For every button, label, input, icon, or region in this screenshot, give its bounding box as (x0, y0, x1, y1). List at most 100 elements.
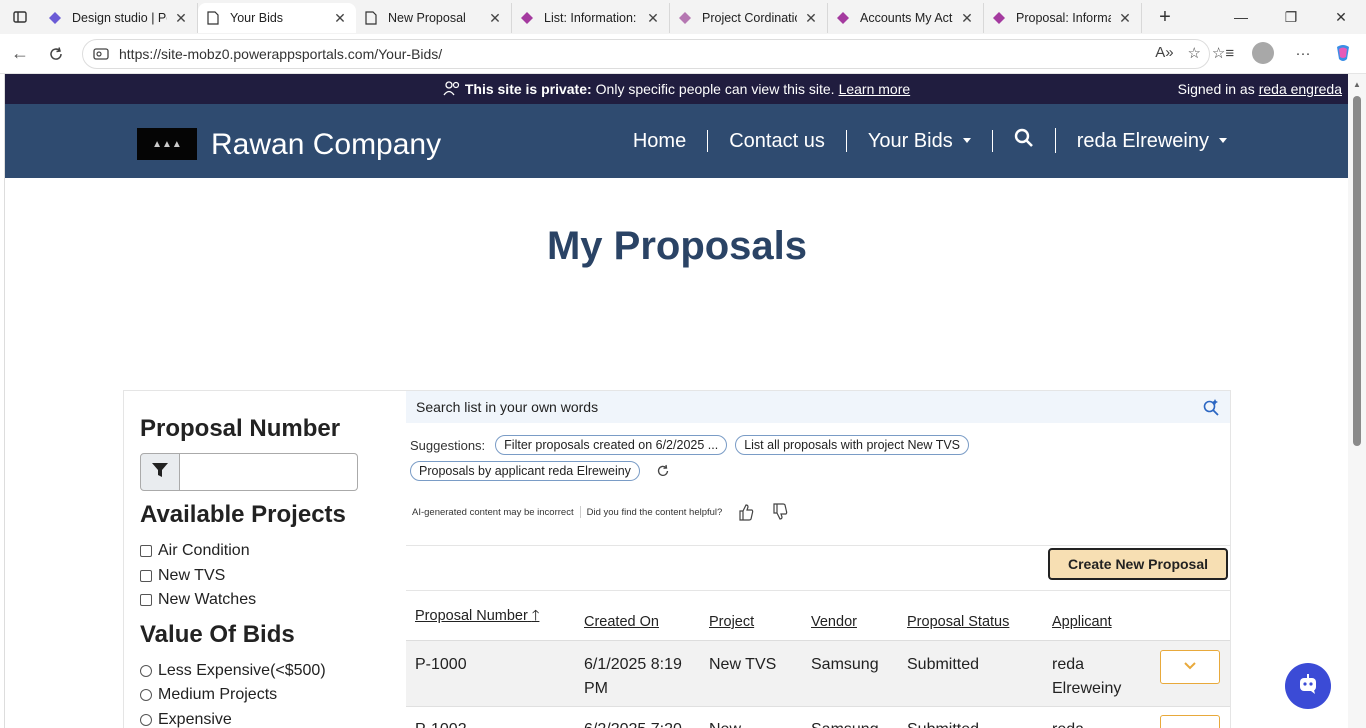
back-icon[interactable]: ← (2, 36, 38, 72)
nav-your-bids-label: Your Bids (867, 129, 953, 152)
company-logo[interactable]: ▲▲▲ (137, 128, 197, 160)
brand-name[interactable]: Rawan Company (211, 128, 441, 162)
scrollbar-thumb[interactable] (1353, 96, 1361, 446)
page-scrollbar[interactable]: ▲ (1348, 74, 1366, 728)
column-header-project[interactable]: Project (709, 614, 754, 630)
browser-tab-accounts[interactable]: Accounts My Activ ✕ (828, 3, 984, 33)
ai-search-icon[interactable] (1202, 398, 1220, 419)
privacy-bold: This site is private: (464, 81, 592, 97)
nav-user-menu[interactable]: reda Elreweiny (1056, 130, 1248, 152)
close-icon[interactable]: ✕ (487, 10, 503, 27)
close-icon[interactable]: ✕ (173, 10, 189, 27)
radio[interactable] (140, 713, 152, 726)
favorites-icon[interactable]: ☆≡ (1210, 38, 1236, 68)
table-row[interactable]: P-1000 6/1/2025 8:19 PM New TVS Samsung S… (406, 641, 1230, 707)
search-icon (1014, 128, 1034, 153)
minimize-icon[interactable]: — (1216, 0, 1266, 34)
nav-contact[interactable]: Contact us (708, 129, 847, 152)
close-icon[interactable]: ✕ (959, 10, 975, 27)
scroll-up-icon[interactable]: ▲ (1353, 80, 1361, 89)
sort-ascending-icon: 🡑 (531, 608, 540, 624)
nav-search[interactable] (993, 128, 1056, 153)
project-checkbox-new-watches[interactable]: New Watches (140, 588, 380, 613)
powerapps-icon (48, 11, 62, 25)
suggestion-chip[interactable]: Proposals by applicant reda Elreweiny (410, 461, 640, 481)
learn-more-link[interactable]: Learn more (839, 81, 911, 97)
url-field[interactable]: https://site-mobz0.powerappsportals.com/… (82, 39, 1210, 69)
browser-tab-design-studio[interactable]: Design studio | Po ✕ (40, 3, 198, 33)
browser-tab-list-information[interactable]: List: Information: I ✕ (512, 3, 670, 33)
column-header-vendor[interactable]: Vendor (811, 614, 857, 630)
copilot-icon[interactable] (1330, 38, 1356, 68)
browser-tab-new-proposal[interactable]: New Proposal ✕ (356, 3, 512, 33)
nav-your-bids[interactable]: Your Bids (847, 129, 993, 152)
tab-actions-icon[interactable] (0, 0, 40, 34)
refresh-suggestions-icon[interactable] (656, 464, 670, 478)
column-header-applicant[interactable]: Applicant (1052, 614, 1112, 630)
page-title: My Proposals (546, 224, 808, 268)
profile-avatar[interactable] (1250, 38, 1276, 68)
radio[interactable] (140, 664, 152, 677)
site-info-icon[interactable] (93, 47, 109, 61)
suggestion-chip[interactable]: Filter proposals created on 6/2/2025 ... (495, 435, 728, 455)
chatbot-button[interactable] (1285, 663, 1331, 709)
refresh-icon[interactable] (38, 36, 74, 72)
thumbs-up-icon[interactable] (738, 503, 754, 521)
create-new-proposal-button[interactable]: Create New Proposal (1048, 548, 1228, 580)
filter-heading-available-projects: Available Projects (140, 501, 346, 528)
page-icon (364, 11, 378, 25)
chevron-down-icon (1183, 658, 1197, 676)
favorite-star-icon[interactable]: ☆ (1188, 44, 1201, 62)
new-tab-button[interactable]: + (1150, 6, 1180, 29)
column-header-proposal-number[interactable]: Proposal Number 🡑 (415, 605, 539, 630)
checkbox[interactable] (140, 545, 152, 558)
radio[interactable] (140, 689, 152, 702)
row-actions-dropdown[interactable] (1160, 715, 1220, 728)
browser-tab-your-bids[interactable]: Your Bids ✕ (198, 3, 356, 33)
signed-in-user-link[interactable]: reda engreda (1259, 81, 1342, 97)
browser-tab-proposal-information[interactable]: Proposal: Informat ✕ (984, 3, 1142, 33)
proposal-number-input[interactable] (180, 453, 358, 491)
window-controls: — ❐ ✕ (1216, 0, 1366, 34)
checkbox[interactable] (140, 594, 152, 607)
site-header: ▲▲▲ Rawan Company Home Contact us Your B… (5, 104, 1348, 178)
browser-tab-project-cordination[interactable]: Project Cordinatio ✕ (670, 3, 828, 33)
column-header-created-on[interactable]: Created On (584, 614, 659, 630)
radio-label: Less Expensive(<$500) (158, 661, 326, 679)
close-window-icon[interactable]: ✕ (1316, 0, 1366, 34)
bid-radio-expensive[interactable]: Expensive (140, 708, 380, 728)
project-checkbox-new-tvs[interactable]: New TVS (140, 564, 380, 589)
close-icon[interactable]: ✕ (803, 10, 819, 27)
thumbs-down-icon[interactable] (772, 503, 788, 521)
ai-search-input[interactable]: Search list in your own words (406, 391, 1230, 423)
close-icon[interactable]: ✕ (645, 10, 661, 27)
table-row[interactable]: P-1002 6/2/2025 7:20 New Samsung Submitt… (406, 707, 1230, 728)
tab-label: Your Bids (230, 11, 284, 25)
proposals-table: Proposal Number 🡑 Created On Project Ven… (406, 591, 1230, 728)
row-actions-dropdown[interactable] (1160, 650, 1220, 684)
privacy-text: Only specific people can view this site. (595, 81, 835, 97)
bid-radio-medium[interactable]: Medium Projects (140, 683, 380, 708)
close-icon[interactable]: ✕ (1117, 10, 1133, 27)
project-checkbox-air-condition[interactable]: Air Condition (140, 539, 380, 564)
checkbox[interactable] (140, 569, 152, 582)
suggestions-area: Suggestions: Filter proposals created on… (406, 423, 1230, 521)
nav-home[interactable]: Home (612, 129, 709, 152)
bid-radio-less-expensive[interactable]: Less Expensive(<$500) (140, 659, 380, 684)
close-icon[interactable]: ✕ (332, 10, 348, 27)
filter-button[interactable] (140, 453, 180, 491)
proposal-number-filter (140, 453, 358, 491)
read-aloud-icon[interactable]: A» (1155, 44, 1173, 62)
suggestion-chip[interactable]: List all proposals with project New TVS (735, 435, 970, 455)
cell-created: 6/2/2025 7:20 (584, 718, 682, 728)
more-icon[interactable]: ··· (1290, 38, 1316, 68)
powerapps-icon (836, 11, 850, 25)
helpful-question: Did you find the content helpful? (586, 506, 723, 518)
suggestions-label: Suggestions: (410, 437, 486, 453)
cell-applicant-line2: Elreweiny (1052, 680, 1122, 697)
maximize-icon[interactable]: ❐ (1266, 0, 1316, 34)
powerapps-icon (520, 11, 534, 25)
tab-label: Project Cordinatio (702, 11, 797, 25)
column-header-status[interactable]: Proposal Status (907, 614, 1009, 630)
cell-project: New TVS (709, 656, 777, 673)
